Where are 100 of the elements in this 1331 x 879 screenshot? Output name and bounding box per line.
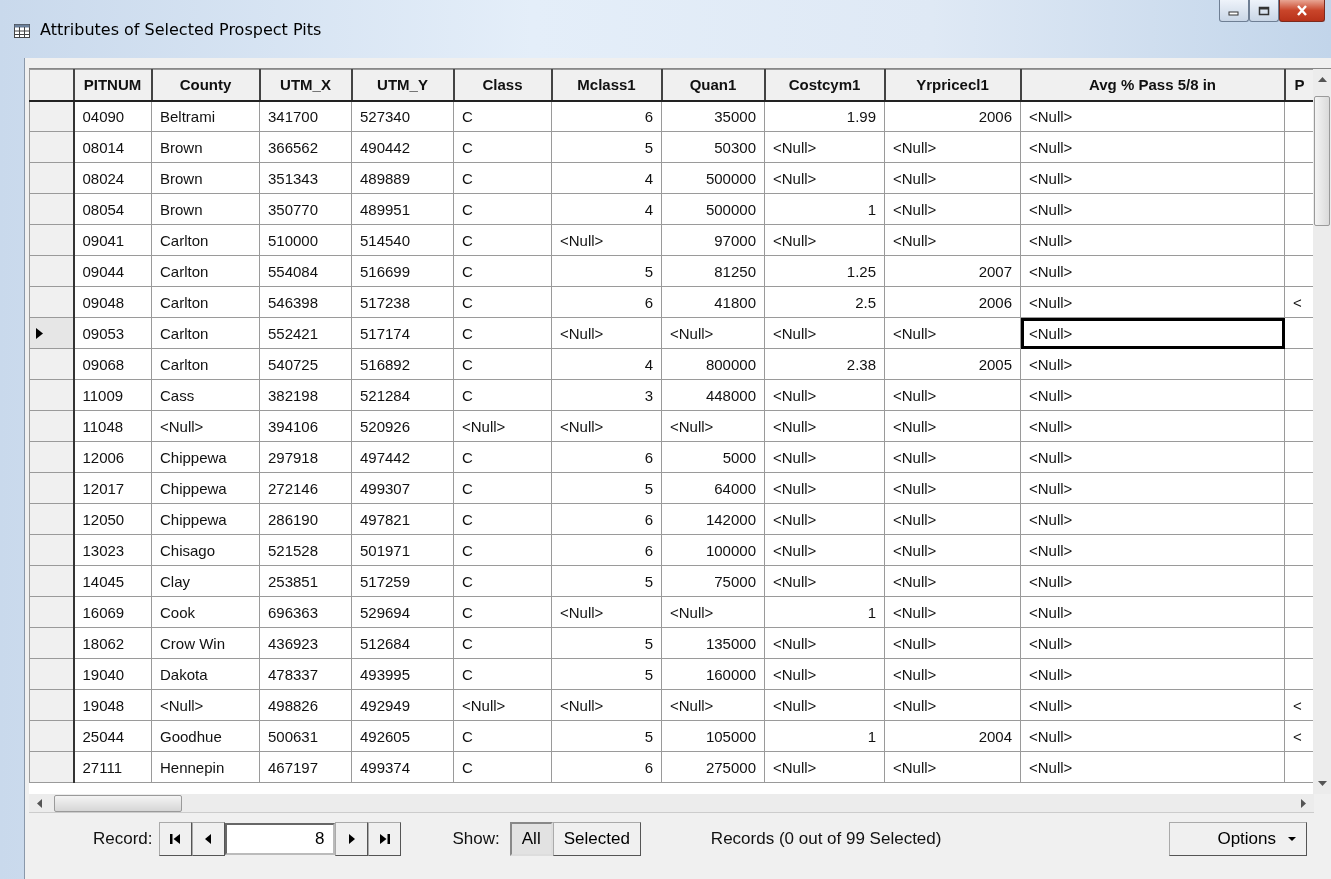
- table-cell[interactable]: 18062: [73, 627, 152, 659]
- table-cell[interactable]: <Null>: [551, 317, 662, 349]
- table-cell[interactable]: 467197: [259, 751, 352, 783]
- table-cell[interactable]: 492949: [351, 689, 454, 721]
- last-record-button[interactable]: [367, 822, 401, 856]
- table-cell[interactable]: C: [453, 286, 552, 318]
- table-cell[interactable]: Brown: [151, 193, 260, 225]
- table-cell[interactable]: 14045: [73, 565, 152, 597]
- column-header[interactable]: Avg % Pass 5/8 in: [1020, 69, 1285, 101]
- row-selector[interactable]: [29, 131, 74, 163]
- table-cell[interactable]: 527340: [351, 100, 454, 132]
- table-cell[interactable]: <Null>: [453, 689, 552, 721]
- table-cell[interactable]: 275000: [661, 751, 765, 783]
- table-cell[interactable]: 1.99: [764, 100, 885, 132]
- table-cell[interactable]: 6: [551, 503, 662, 535]
- row-selector[interactable]: [29, 255, 74, 287]
- table-cell[interactable]: Clay: [151, 565, 260, 597]
- table-cell[interactable]: <Null>: [661, 689, 765, 721]
- table-cell[interactable]: 554084: [259, 255, 352, 287]
- column-header[interactable]: Class: [453, 69, 552, 101]
- table-cell[interactable]: C: [453, 255, 552, 287]
- table-cell[interactable]: C: [453, 224, 552, 256]
- table-cell[interactable]: C: [453, 131, 552, 163]
- table-cell[interactable]: 5: [551, 255, 662, 287]
- table-cell[interactable]: 5: [551, 131, 662, 163]
- table-cell[interactable]: 09048: [73, 286, 152, 318]
- show-toggle-button[interactable]: Selected: [552, 822, 641, 856]
- table-cell[interactable]: 297918: [259, 441, 352, 473]
- table-cell[interactable]: <Null>: [884, 689, 1021, 721]
- table-cell[interactable]: <Null>: [1020, 348, 1285, 380]
- table-cell[interactable]: C: [453, 658, 552, 690]
- table-cell[interactable]: 64000: [661, 472, 765, 504]
- table-cell[interactable]: 4: [551, 193, 662, 225]
- table-cell[interactable]: 2006: [884, 100, 1021, 132]
- table-cell[interactable]: <Null>: [884, 131, 1021, 163]
- table-cell[interactable]: 41800: [661, 286, 765, 318]
- table-cell[interactable]: <Null>: [884, 751, 1021, 783]
- column-header[interactable]: Mclass1: [551, 69, 662, 101]
- table-cell[interactable]: C: [453, 565, 552, 597]
- table-cell[interactable]: 366562: [259, 131, 352, 163]
- table-cell[interactable]: 2006: [884, 286, 1021, 318]
- table-cell[interactable]: <Null>: [884, 503, 1021, 535]
- table-cell[interactable]: 514540: [351, 224, 454, 256]
- table-cell[interactable]: 09068: [73, 348, 152, 380]
- table-cell[interactable]: 5: [551, 658, 662, 690]
- table-cell[interactable]: 6: [551, 751, 662, 783]
- table-cell[interactable]: 09053: [73, 317, 152, 349]
- table-cell[interactable]: C: [453, 162, 552, 194]
- row-selector[interactable]: [29, 441, 74, 473]
- table-cell[interactable]: <Null>: [1020, 131, 1285, 163]
- table-cell[interactable]: <Null>: [1020, 100, 1285, 132]
- table-cell[interactable]: 492605: [351, 720, 454, 752]
- table-cell[interactable]: <Null>: [764, 224, 885, 256]
- table-cell[interactable]: Goodhue: [151, 720, 260, 752]
- table-cell[interactable]: C: [453, 348, 552, 380]
- table-cell[interactable]: 5: [551, 627, 662, 659]
- row-selector[interactable]: [29, 689, 74, 721]
- table-cell[interactable]: <Null>: [661, 596, 765, 628]
- table-cell[interactable]: 3: [551, 379, 662, 411]
- table-cell[interactable]: <Null>: [453, 410, 552, 442]
- previous-record-button[interactable]: [191, 822, 225, 856]
- table-cell[interactable]: 13023: [73, 534, 152, 566]
- table-cell[interactable]: Chippewa: [151, 472, 260, 504]
- table-cell[interactable]: <Null>: [551, 224, 662, 256]
- table-cell[interactable]: 6: [551, 286, 662, 318]
- scroll-thumb[interactable]: [1314, 96, 1330, 226]
- table-cell[interactable]: C: [453, 627, 552, 659]
- table-cell[interactable]: 2005: [884, 348, 1021, 380]
- table-cell[interactable]: 04090: [73, 100, 152, 132]
- table-cell[interactable]: Brown: [151, 162, 260, 194]
- row-selector[interactable]: [29, 627, 74, 659]
- table-cell[interactable]: 81250: [661, 255, 765, 287]
- options-button[interactable]: Options: [1169, 822, 1307, 856]
- table-cell[interactable]: <Null>: [884, 441, 1021, 473]
- table-cell[interactable]: Chippewa: [151, 503, 260, 535]
- table-cell[interactable]: <Null>: [764, 565, 885, 597]
- table-cell[interactable]: 08024: [73, 162, 152, 194]
- table-cell[interactable]: Beltrami: [151, 100, 260, 132]
- table-cell[interactable]: <Null>: [764, 131, 885, 163]
- table-cell[interactable]: 286190: [259, 503, 352, 535]
- table-cell[interactable]: <Null>: [884, 658, 1021, 690]
- table-cell[interactable]: 253851: [259, 565, 352, 597]
- record-field[interactable]: 8: [224, 823, 335, 855]
- table-cell[interactable]: <Null>: [1020, 534, 1285, 566]
- minimize-button[interactable]: [1219, 0, 1249, 22]
- table-cell[interactable]: 5: [551, 565, 662, 597]
- scroll-thumb[interactable]: [54, 794, 182, 812]
- table-cell[interactable]: Crow Win: [151, 627, 260, 659]
- row-selector[interactable]: [29, 193, 74, 225]
- table-cell[interactable]: 517174: [351, 317, 454, 349]
- table-cell[interactable]: 160000: [661, 658, 765, 690]
- table-cell[interactable]: 517259: [351, 565, 454, 597]
- table-cell[interactable]: Carlton: [151, 224, 260, 256]
- table-cell[interactable]: 500000: [661, 193, 765, 225]
- table-cell[interactable]: Dakota: [151, 658, 260, 690]
- table-cell[interactable]: 529694: [351, 596, 454, 628]
- table-cell[interactable]: <Null>: [884, 224, 1021, 256]
- table-cell[interactable]: 1: [764, 596, 885, 628]
- row-selector[interactable]: [29, 596, 74, 628]
- table-cell[interactable]: <Null>: [884, 193, 1021, 225]
